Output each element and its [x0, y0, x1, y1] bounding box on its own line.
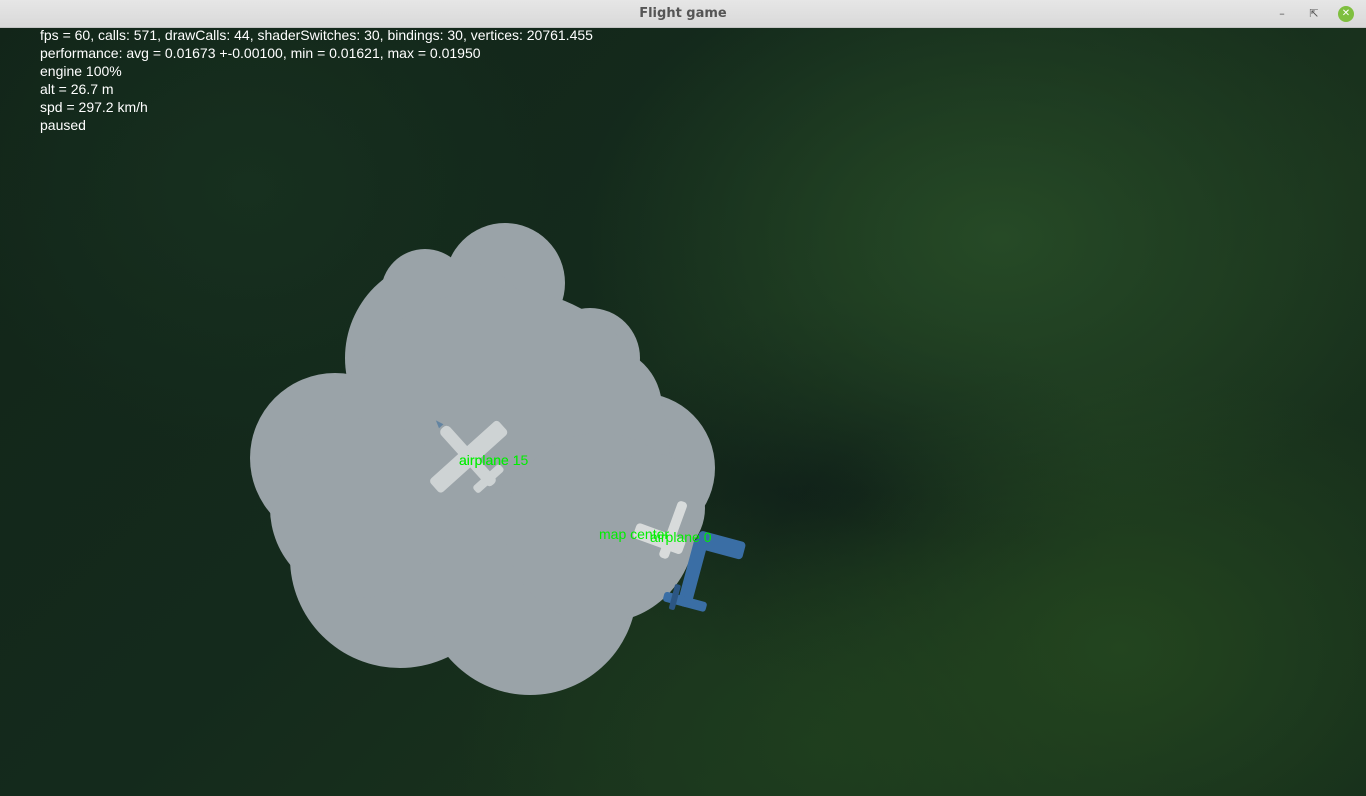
hud-performance: performance: avg = 0.01673 +-0.00100, mi… [40, 45, 481, 61]
airplane-label: airplane 1 [459, 452, 521, 468]
airplane-0-label: airplane 0 [650, 529, 712, 545]
hud-engine: engine 100% [40, 63, 122, 79]
hud-altitude: alt = 26.7 m [40, 81, 114, 97]
scene-canvas [250, 223, 746, 695]
title-bar: Flight game – ⇱ ✕ [0, 0, 1366, 28]
close-icon[interactable]: ✕ [1338, 6, 1354, 22]
minimize-icon[interactable]: – [1274, 6, 1290, 22]
hud-speed: spd = 297.2 km/h [40, 99, 148, 115]
hud: fps = 60, calls: 571, drawCalls: 44, sha… [40, 28, 593, 134]
maximize-icon[interactable]: ⇱ [1306, 6, 1322, 22]
hud-stats: fps = 60, calls: 571, drawCalls: 44, sha… [40, 28, 593, 43]
window-title: Flight game [639, 6, 727, 21]
hud-state: paused [40, 117, 86, 133]
game-viewport[interactable]: fps = 60, calls: 571, drawCalls: 44, sha… [0, 28, 1366, 796]
